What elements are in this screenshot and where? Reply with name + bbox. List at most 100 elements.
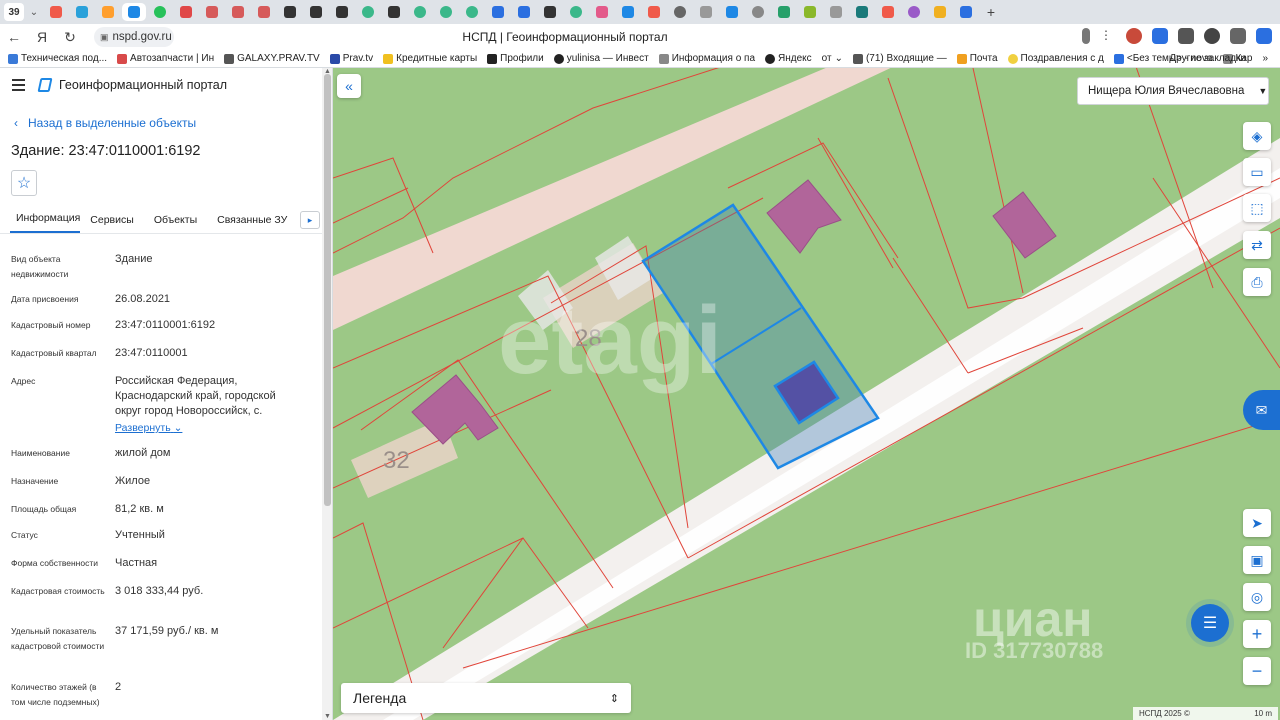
browser-tab[interactable] — [44, 3, 68, 21]
property-value: Российская Федерация, Краснодарский край… — [115, 375, 276, 417]
my-location-button[interactable]: ➤ — [1243, 509, 1271, 537]
browser-tab[interactable] — [96, 3, 120, 21]
legend-label: Легенда — [353, 690, 407, 706]
browser-tab[interactable] — [616, 3, 640, 21]
map-canvas[interactable]: 28 32 — [333, 68, 1280, 720]
back-to-selected-link[interactable]: ‹ Назад в выделенные объекты — [14, 116, 196, 130]
expand-address-link[interactable]: Развернуть ⌄ — [115, 421, 182, 436]
browser-tab[interactable] — [330, 3, 354, 21]
user-menu-button[interactable]: Нищера Юлия Вячеславовна ▼ — [1077, 77, 1269, 105]
browser-tab[interactable] — [538, 3, 562, 21]
browser-tab[interactable] — [486, 3, 510, 21]
building-shape — [766, 179, 842, 254]
browser-tab[interactable] — [824, 3, 848, 21]
tab-objects[interactable]: Объекты — [144, 214, 207, 233]
cadastral-map[interactable]: 28 32 etagi циан ID 317730788 « Нищера Ю… — [333, 68, 1280, 720]
browser-tab[interactable] — [772, 3, 796, 21]
bookmark-item[interactable]: Профили — [487, 53, 544, 64]
star-icon: ☆ — [16, 175, 32, 192]
browser-tab[interactable] — [408, 3, 432, 21]
browser-tab[interactable] — [200, 3, 224, 21]
new-tab-button[interactable]: + — [980, 4, 1002, 20]
browser-tab[interactable] — [902, 3, 926, 21]
chevron-down-icon[interactable]: ⌄ — [26, 7, 42, 18]
share-button[interactable]: ⇄ — [1243, 231, 1271, 259]
browser-tab[interactable] — [850, 3, 874, 21]
zoom-in-button[interactable]: + — [1243, 620, 1271, 648]
bookmark-folder[interactable]: от ⌄ — [822, 53, 843, 64]
property-label: Дата присвоения — [11, 294, 79, 304]
measure-button[interactable]: ▭ — [1243, 158, 1271, 186]
browser-tab[interactable] — [590, 3, 614, 21]
feedback-tab[interactable]: ✉ — [1243, 390, 1280, 430]
extension-icon[interactable] — [1152, 28, 1168, 44]
print-button[interactable]: ⎙ — [1243, 268, 1271, 296]
browser-tab[interactable] — [954, 3, 978, 21]
extension-icon[interactable] — [1178, 28, 1194, 44]
area-select-button[interactable]: ⬚ — [1243, 194, 1271, 222]
bookmark-item[interactable]: Автозапчасти | Ин — [117, 53, 214, 64]
property-label: Кадастровый номер — [11, 320, 91, 330]
portal-logo[interactable]: Геоинформационный портал — [37, 78, 227, 92]
browser-tab[interactable] — [460, 3, 484, 21]
layers-button[interactable]: ◈ — [1243, 122, 1271, 150]
browser-tab[interactable] — [356, 3, 380, 21]
bookmark-item[interactable]: GALAXY.PRAV.TV — [224, 53, 320, 64]
scroll-down-icon[interactable]: ▼ — [323, 713, 332, 720]
geo-search-button[interactable]: ◎ — [1243, 583, 1271, 611]
browser-tab[interactable] — [642, 3, 666, 21]
browser-tab[interactable] — [382, 3, 406, 21]
scale-value: 10 m — [1254, 709, 1272, 718]
extension-icon[interactable] — [1256, 28, 1272, 44]
favorite-star-button[interactable]: ☆ — [11, 170, 37, 196]
browser-tab[interactable] — [434, 3, 458, 21]
browser-tab[interactable] — [876, 3, 900, 21]
legend-dropdown[interactable]: Легенда ⇕ — [341, 683, 631, 713]
tabs-scroll-right-button[interactable]: ▸ — [300, 211, 320, 229]
extension-icon[interactable] — [1230, 28, 1246, 44]
panel-scrollbar[interactable]: ▲ ▼ — [322, 68, 332, 720]
bookmark-item[interactable]: yulinisa — Инвест — [553, 53, 649, 64]
bookmark-item[interactable]: Техническая под... — [8, 53, 107, 64]
browser-tab[interactable] — [174, 3, 198, 21]
browser-tab[interactable] — [694, 3, 718, 21]
browser-tab[interactable] — [798, 3, 822, 21]
browser-tab[interactable] — [252, 3, 276, 21]
scrollbar-thumb[interactable] — [324, 74, 331, 506]
browser-tab[interactable] — [148, 3, 172, 21]
browser-tab[interactable] — [278, 3, 302, 21]
tab-services[interactable]: Сервисы — [80, 214, 144, 233]
bookmark-item[interactable]: Поздравления с д — [1007, 53, 1104, 64]
minimap-button[interactable]: ▣ — [1243, 546, 1271, 574]
extension-icon[interactable] — [1126, 28, 1142, 44]
browser-tab[interactable] — [668, 3, 692, 21]
tab-related-parcels[interactable]: Связанные ЗУ — [207, 214, 297, 233]
bookmarks-overflow-icon[interactable]: » — [1262, 53, 1268, 64]
browser-tab[interactable] — [928, 3, 952, 21]
map-scale: НСПД 2025 © 10 m — [1133, 707, 1278, 720]
bookmark-item[interactable]: Кредитные карты — [383, 53, 477, 64]
browser-tab[interactable] — [746, 3, 770, 21]
extension-icon[interactable] — [1204, 28, 1220, 44]
browser-tab[interactable] — [70, 3, 94, 21]
menu-icon[interactable] — [12, 79, 25, 91]
tab-counter[interactable]: 39 — [4, 3, 24, 21]
browser-tab[interactable] — [720, 3, 744, 21]
bookmark-icon[interactable] — [1082, 28, 1090, 44]
other-bookmarks-folder[interactable]: Другие закладки — [1169, 53, 1246, 64]
chat-button[interactable]: ☰ — [1191, 604, 1229, 642]
collapse-panel-button[interactable]: « — [337, 74, 361, 98]
browser-tab[interactable] — [226, 3, 250, 21]
browser-tab[interactable] — [564, 3, 588, 21]
bookmark-item[interactable]: Яндекс — [765, 53, 812, 64]
browser-tab[interactable] — [304, 3, 328, 21]
browser-tab-active[interactable] — [122, 3, 146, 21]
bookmark-item[interactable]: Prav.tv — [329, 53, 373, 64]
bookmark-item[interactable]: Почта — [956, 53, 998, 64]
more-menu-icon[interactable]: ⋮ — [1100, 28, 1116, 44]
bookmark-item[interactable]: Информация о па — [658, 53, 755, 64]
browser-tab[interactable] — [512, 3, 536, 21]
tab-information[interactable]: Информация — [10, 212, 81, 233]
bookmark-item[interactable]: (71) Входящие — — [852, 53, 947, 64]
zoom-out-button[interactable]: − — [1243, 657, 1271, 685]
